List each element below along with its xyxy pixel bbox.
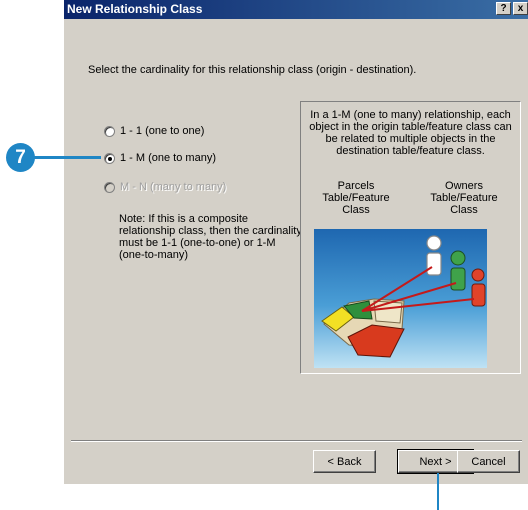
- radio-label: M - N (many to many): [120, 181, 227, 193]
- step-callout-badge: 7: [6, 143, 35, 172]
- radio-label: 1 - 1 (one to one): [120, 125, 205, 137]
- callout-pointer-line-next: [437, 473, 439, 510]
- radio-label: 1 - M (one to many): [120, 152, 216, 164]
- radio-many-to-many: M - N (many to many): [104, 181, 226, 193]
- relationship-description: In a 1-M (one to many) relationship, eac…: [309, 109, 512, 157]
- help-button[interactable]: ?: [496, 2, 511, 15]
- callout-pointer-line: [33, 156, 101, 159]
- close-button[interactable]: x: [513, 2, 528, 15]
- cardinality-prompt: Select the cardinality for this relation…: [88, 64, 417, 76]
- radio-button-disabled: [104, 181, 115, 193]
- one-to-many-illustration-image: [314, 229, 487, 368]
- radio-one-to-many[interactable]: 1 - M (one to many): [104, 152, 216, 164]
- destination-label: Owners Table/Feature Class: [430, 180, 498, 216]
- radio-button[interactable]: [104, 125, 115, 137]
- radio-one-to-one[interactable]: 1 - 1 (one to one): [104, 125, 204, 137]
- composite-note: Note: If this is a composite relationshi…: [119, 213, 302, 261]
- button-separator: [71, 440, 522, 442]
- illustration-panel: In a 1-M (one to many) relationship, eac…: [300, 101, 521, 374]
- origin-label: Parcels Table/Feature Class: [322, 180, 390, 216]
- title-bar: New Relationship Class ? x: [64, 0, 528, 19]
- new-relationship-class-dialog: New Relationship Class ? x Select the ca…: [63, 0, 528, 484]
- cancel-button[interactable]: Cancel: [457, 450, 520, 473]
- window-title: New Relationship Class: [67, 2, 203, 16]
- back-button[interactable]: < Back: [313, 450, 376, 473]
- radio-button-selected[interactable]: [104, 152, 115, 164]
